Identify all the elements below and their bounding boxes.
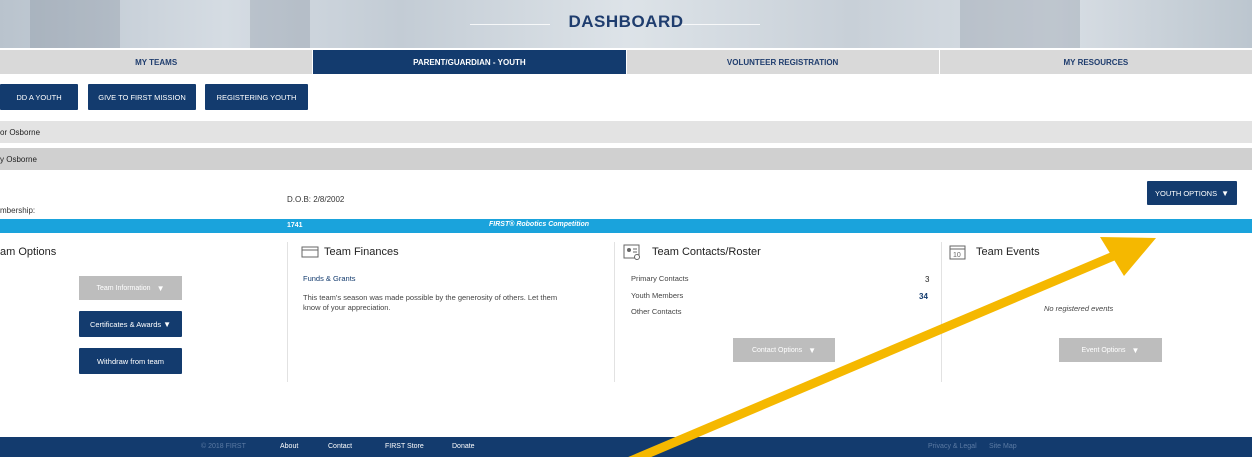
page-title: DASHBOARD [568,12,684,31]
copyright: © 2018 FIRST [201,443,246,450]
team-finances-card: Team Finances Funds & Grants This team's… [288,242,614,382]
youth-members-count: 34 [919,292,928,301]
other-contacts-label: Other Contacts [631,307,682,316]
team-contacts-title: Team Contacts/Roster [652,246,761,258]
footer-sitemap-link[interactable]: Site Map [989,443,1017,450]
svg-text:10: 10 [953,252,961,259]
footer-first-store-link[interactable]: FIRST Store [385,443,424,450]
team-contacts-card: Team Contacts/Roster Primary Contacts 3 … [615,242,941,382]
youth-dob: D.O.B: 2/8/2002 [287,195,345,204]
money-icon [301,246,319,258]
finances-message-line1: This team's season was made possible by … [303,293,558,302]
footer-about-link[interactable]: About [280,443,298,450]
contact-card-icon [623,244,640,260]
contact-options-label: Contact Options [751,346,803,354]
tab-my-teams[interactable]: MY TEAMS [0,50,314,74]
team-number: 1741 [287,222,303,229]
no-events-message: No registered events [1044,304,1114,313]
contact-options-button[interactable]: Contact Options ▼ [733,338,835,362]
membership-label: mbership: [0,206,36,215]
add-youth-button[interactable]: DD A YOUTH [0,84,78,110]
chevron-down-icon: ▼ [808,345,817,355]
chevron-down-icon: ▼ [1131,345,1140,355]
withdraw-from-team-button[interactable]: Withdraw from team [79,348,182,374]
certificates-awards-button[interactable]: Certificates & Awards ▼ [79,311,182,337]
tab-parent-guardian-youth[interactable]: PARENT/GUARDIAN - YOUTH [313,50,627,74]
tab-my-resources[interactable]: MY RESOURCES [939,50,1252,74]
team-information-label: Team Information [96,284,151,292]
primary-contacts-label: Primary Contacts [631,274,689,283]
footer-privacy-link[interactable]: Privacy & Legal [928,443,977,450]
team-events-title: Team Events [976,246,1040,258]
certificates-awards-label: Certificates & Awards [89,319,162,329]
parent-name-row[interactable]: or Osborne [0,121,1252,143]
team-information-button[interactable]: Team Information ▼ [79,276,182,300]
footer: © 2018 FIRST About Contact FIRST Store D… [0,437,1252,457]
parent-name: or Osborne [0,127,41,137]
finances-message-line2: know of your appreciation. [303,303,391,312]
event-options-label: Event Options [1081,346,1126,354]
main-tabs: MY TEAMS PARENT/GUARDIAN - YOUTH VOLUNTE… [0,50,1252,74]
youth-name-row[interactable]: y Osborne [0,148,1252,170]
dashboard-banner: DASHBOARD [0,0,1252,48]
team-options-title: am Options [0,246,57,258]
program-name: FIRST® Robotics Competition [489,221,590,228]
event-options-button[interactable]: Event Options ▼ [1059,338,1162,362]
youth-options-button[interactable]: YOUTH OPTIONS ▼ [1147,181,1237,205]
footer-donate-link[interactable]: Donate [452,443,475,450]
tab-volunteer-registration[interactable]: VOLUNTEER REGISTRATION [626,50,940,74]
chevron-down-icon: ▼ [1221,188,1229,198]
chevron-down-icon: ▼ [156,283,165,293]
program-bar: 1741 FIRST® Robotics Competition [0,219,1252,233]
primary-contacts-count: 3 [925,275,930,284]
give-to-first-mission-button[interactable]: GIVE TO FIRST MISSION [88,84,196,110]
footer-contact-link[interactable]: Contact [328,443,352,450]
youth-members-label: Youth Members [631,291,684,300]
team-events-card: 10 Team Events No registered events Even… [942,242,1252,382]
chevron-down-icon: ▼ [163,319,172,329]
team-options-card: am Options Team Information ▼ Certificat… [0,242,285,382]
registering-youth-button[interactable]: REGISTERING YOUTH [205,84,308,110]
youth-options-label: YOUTH OPTIONS [1154,188,1218,198]
youth-name: y Osborne [0,154,37,164]
team-finances-title: Team Finances [324,246,399,258]
funds-grants-link[interactable]: Funds & Grants [303,274,356,283]
calendar-icon: 10 [949,245,966,260]
